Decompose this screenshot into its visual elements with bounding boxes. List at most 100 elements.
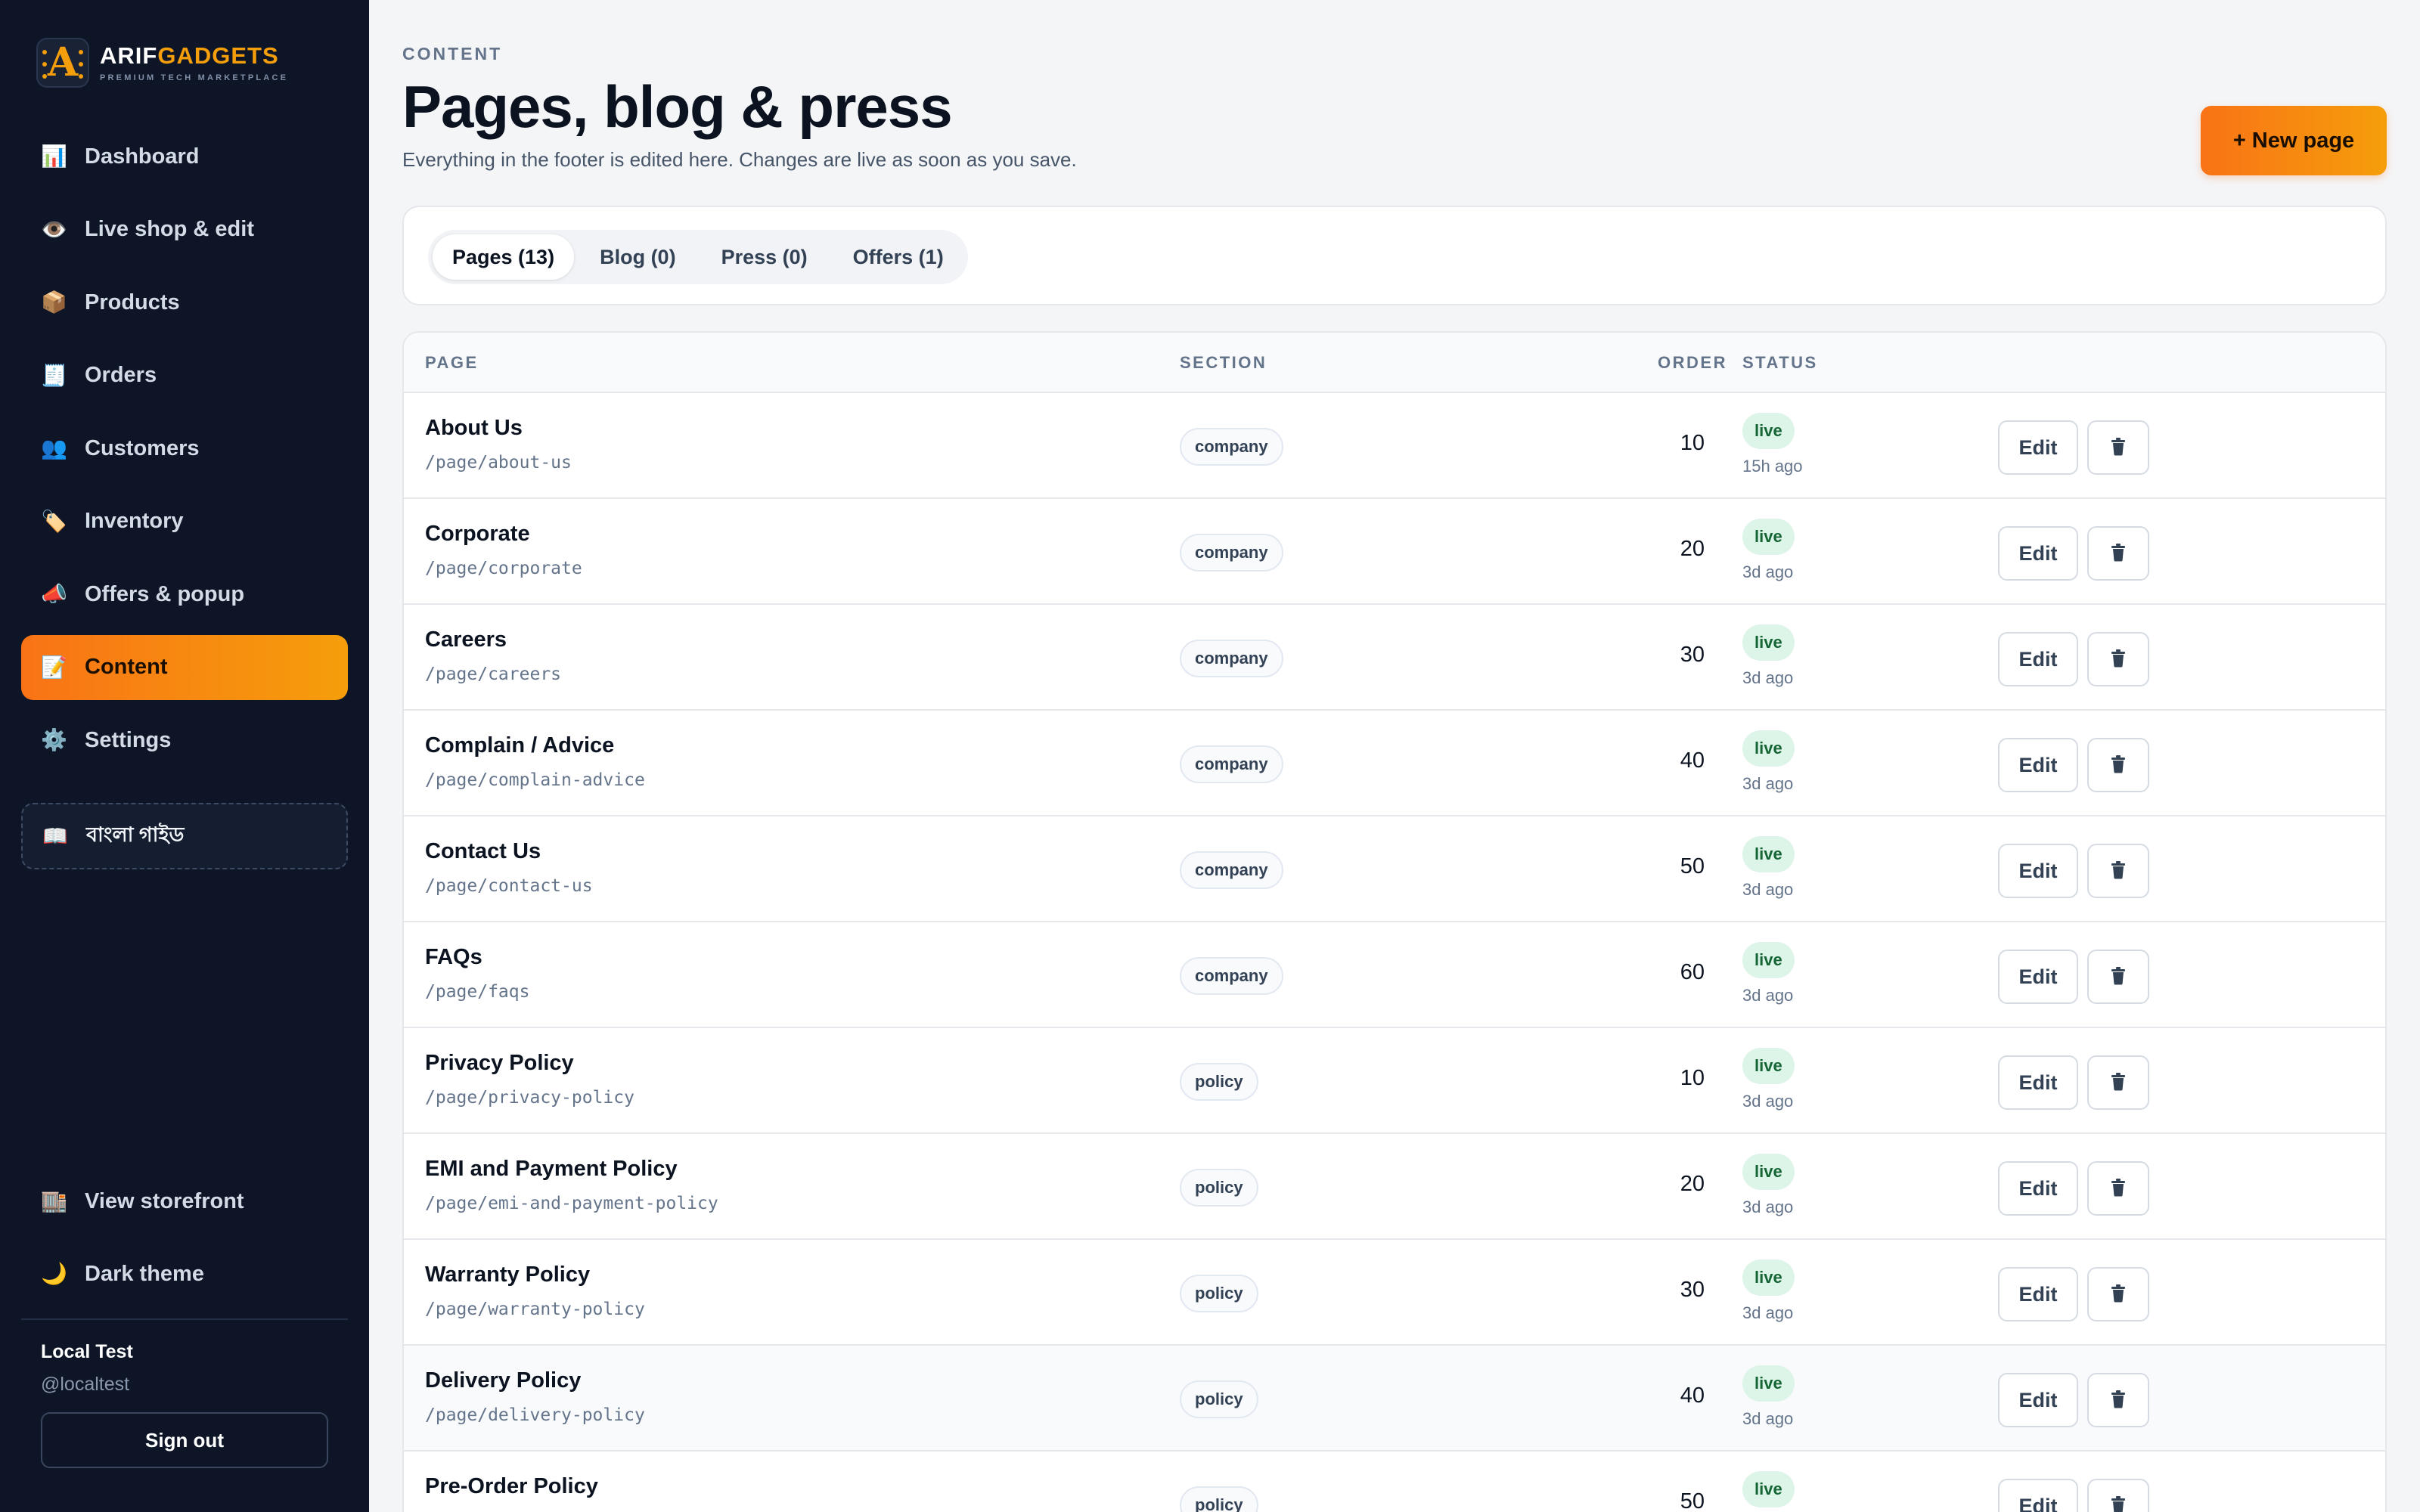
sidebar-item-dark-theme[interactable]: 🌙 Dark theme — [21, 1241, 348, 1306]
tab-press[interactable]: Press (0) — [702, 234, 827, 280]
edit-button[interactable]: Edit — [1998, 632, 2078, 686]
delete-button[interactable] — [2087, 738, 2149, 792]
page-slug: /page/contact-us — [425, 876, 593, 896]
delete-button[interactable] — [2087, 526, 2149, 581]
edit-button[interactable]: Edit — [1998, 950, 2078, 1004]
sidebar-item-customers[interactable]: 👥 Customers — [21, 416, 348, 481]
user-handle: @localtest — [41, 1374, 130, 1395]
status-badge: live — [1742, 942, 1795, 978]
edit-button[interactable]: Edit — [1998, 1161, 2078, 1216]
sign-out-button[interactable]: Sign out — [41, 1412, 328, 1468]
delete-button[interactable] — [2087, 1373, 2149, 1427]
bangla-guide-button[interactable]: 📖 বাংলা গাইড — [21, 803, 348, 869]
delete-button[interactable] — [2087, 632, 2149, 686]
user-name: Local Test — [41, 1341, 133, 1362]
table-row[interactable]: About Us/page/about-us company 10 live 15h a… — [404, 393, 2385, 499]
new-page-button[interactable]: + New page — [2201, 106, 2387, 175]
table-row[interactable]: Warranty Policy/page/warranty-policy poli… — [404, 1240, 2385, 1346]
edit-button[interactable]: Edit — [1998, 844, 2078, 898]
table-row[interactable]: Pre-Order Policy policy 50 live Edit — [404, 1452, 2385, 1512]
table-row[interactable]: Complain / Advice/page/complain-advice co… — [404, 711, 2385, 816]
delete-button[interactable] — [2087, 1267, 2149, 1321]
table-row[interactable]: FAQs/page/faqs company 60 live 3d ago Edit — [404, 922, 2385, 1028]
table-row[interactable]: Careers/page/careers company 30 live 3d ago E… — [404, 605, 2385, 711]
edit-button[interactable]: Edit — [1998, 1479, 2078, 1512]
page-title-text[interactable]: Warranty Policy — [425, 1263, 645, 1287]
status-badge: live — [1742, 519, 1795, 555]
tab-blog[interactable]: Blog (0) — [580, 234, 696, 280]
page-title-text[interactable]: Careers — [425, 627, 561, 652]
trash-icon — [2110, 437, 2127, 458]
sidebar-item-orders[interactable]: 🧾 Orders — [21, 343, 348, 408]
page-title-text[interactable]: Pre-Order Policy — [425, 1474, 598, 1499]
sidebar-item-products[interactable]: 📦 Products — [21, 270, 348, 335]
sidebar-item-view-storefront[interactable]: 🏬 View storefront — [21, 1169, 348, 1234]
delete-button[interactable] — [2087, 1479, 2149, 1512]
sidebar-item-label: Products — [85, 290, 180, 314]
column-header-order[interactable]: ORDER — [1629, 333, 1727, 393]
page-cell: Delivery Policy/page/delivery-policy — [425, 1368, 645, 1425]
table-row[interactable]: Privacy Policy/page/privacy-policy policy… — [404, 1028, 2385, 1134]
edit-button[interactable]: Edit — [1998, 1267, 2078, 1321]
delete-button[interactable] — [2087, 420, 2149, 475]
page-title-text[interactable]: Privacy Policy — [425, 1051, 634, 1076]
receipt-icon: 🧾 — [41, 363, 67, 387]
table-row[interactable]: Corporate/page/corporate company 20 live 3d … — [404, 499, 2385, 605]
sidebar-item-live-shop-edit[interactable]: 👁️ Live shop & edit — [21, 197, 348, 262]
table-row[interactable]: EMI and Payment Policy/page/emi-and-paym… — [404, 1134, 2385, 1240]
edit-button[interactable]: Edit — [1998, 420, 2078, 475]
sidebar-item-dashboard[interactable]: 📊 Dashboard — [21, 124, 348, 189]
trash-icon — [2110, 1495, 2127, 1512]
tab-pages[interactable]: Pages (13) — [433, 234, 575, 280]
edit-button[interactable]: Edit — [1998, 738, 2078, 792]
page-title-text[interactable]: FAQs — [425, 945, 529, 970]
edit-button[interactable]: Edit — [1998, 1055, 2078, 1110]
page-cell: Contact Us/page/contact-us — [425, 839, 593, 896]
trash-icon — [2110, 1390, 2127, 1411]
page-title-text[interactable]: About Us — [425, 416, 572, 441]
table-header: PAGE SECTION ORDER STATUS — [404, 333, 2385, 393]
edit-button[interactable]: Edit — [1998, 1373, 2078, 1427]
sidebar-item-label: Live shop & edit — [85, 217, 254, 241]
page-title-text[interactable]: Contact Us — [425, 839, 593, 864]
section-badge: policy — [1180, 1063, 1258, 1101]
page-title-text[interactable]: Delivery Policy — [425, 1368, 645, 1393]
delete-button[interactable] — [2087, 1161, 2149, 1216]
row-actions: Edit — [1998, 1267, 2149, 1321]
tab-offers[interactable]: Offers (1) — [833, 234, 963, 280]
status-badge: live — [1742, 1471, 1795, 1507]
page-slug: /page/careers — [425, 665, 562, 684]
sidebar-item-offers-popup[interactable]: 📣 Offers & popup — [21, 562, 348, 627]
order-value: 20 — [1680, 537, 1705, 561]
page-title-text[interactable]: EMI and Payment Policy — [425, 1157, 718, 1182]
table-row[interactable]: Delivery Policy/page/delivery-policy poli… — [404, 1346, 2385, 1452]
table-row[interactable]: Contact Us/page/contact-us company 50 live 3… — [404, 816, 2385, 922]
delete-button[interactable] — [2087, 844, 2149, 898]
status-badge: live — [1742, 624, 1795, 661]
brand[interactable]: A ARIFGADGETS PREMIUM TECH MARKETPLACE — [36, 38, 288, 88]
column-header-page[interactable]: PAGE — [425, 333, 479, 393]
status-badge: live — [1742, 1048, 1795, 1084]
sidebar-item-settings[interactable]: ⚙️ Settings — [21, 708, 348, 773]
updated-time: 3d ago — [1742, 986, 1794, 1005]
page-cell: FAQs/page/faqs — [425, 945, 529, 1002]
page-cell: EMI and Payment Policy/page/emi-and-paym… — [425, 1157, 718, 1213]
delete-button[interactable] — [2087, 1055, 2149, 1110]
column-header-status[interactable]: STATUS — [1742, 333, 1818, 393]
status-badge: live — [1742, 836, 1795, 872]
row-actions: Edit — [1998, 526, 2149, 581]
sidebar-item-content[interactable]: 📝 Content — [21, 634, 348, 700]
delete-button[interactable] — [2087, 950, 2149, 1004]
page-slug: /page/about-us — [425, 453, 572, 472]
edit-button[interactable]: Edit — [1998, 526, 2078, 581]
column-header-section[interactable]: SECTION — [1180, 333, 1267, 393]
trash-icon — [2110, 1072, 2127, 1093]
sidebar-item-inventory[interactable]: 🏷️ Inventory — [21, 489, 348, 554]
page-eyebrow: CONTENT — [402, 44, 503, 64]
row-actions: Edit — [1998, 420, 2149, 475]
page-title-text[interactable]: Complain / Advice — [425, 733, 645, 758]
page-title-text[interactable]: Corporate — [425, 522, 582, 547]
status-cell: live 3d ago — [1742, 1048, 1795, 1111]
sidebar-item-label: Inventory — [85, 509, 184, 533]
trash-icon — [2110, 1178, 2127, 1199]
